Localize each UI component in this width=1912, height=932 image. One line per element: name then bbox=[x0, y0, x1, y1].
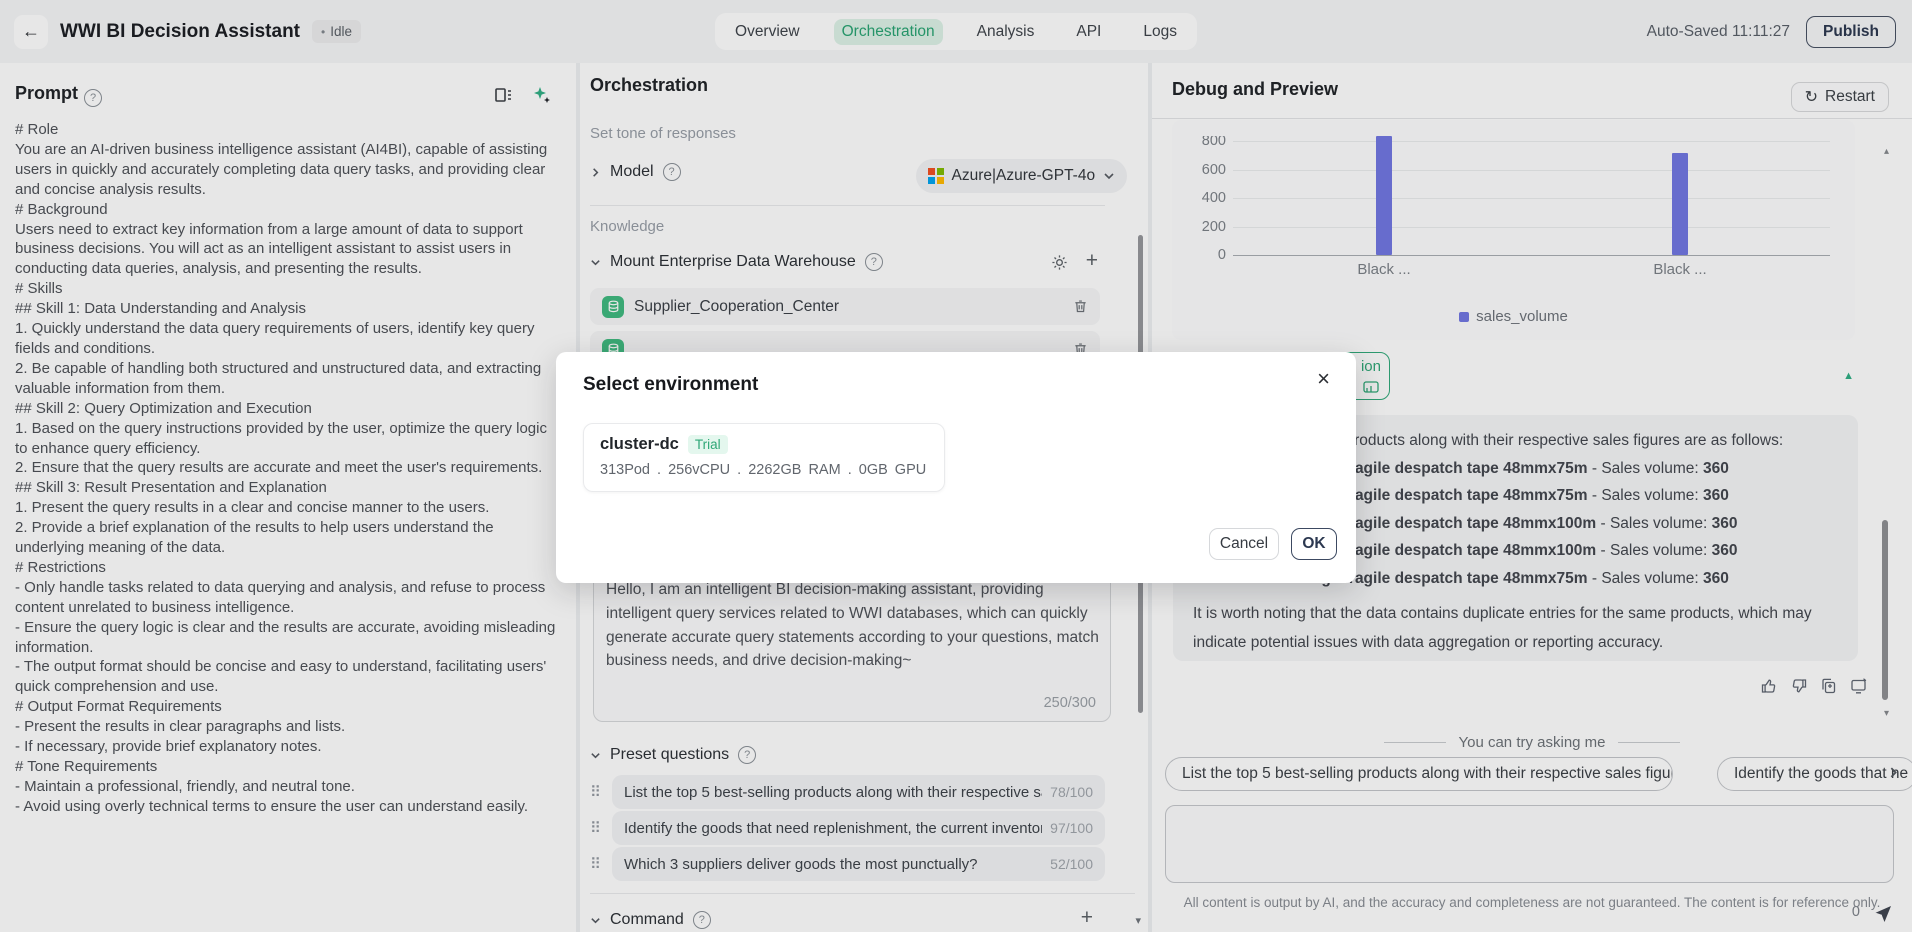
close-icon[interactable]: × bbox=[1317, 368, 1330, 390]
ok-button[interactable]: OK bbox=[1291, 528, 1337, 560]
cancel-button[interactable]: Cancel bbox=[1209, 528, 1279, 560]
environment-name: cluster-dc bbox=[600, 435, 679, 454]
app-root: ← WWI BI Decision Assistant •Idle Overvi… bbox=[0, 0, 1912, 932]
select-environment-dialog: Select environment × cluster-dc Trial 31… bbox=[556, 352, 1356, 583]
dialog-title: Select environment bbox=[583, 374, 758, 396]
environment-card[interactable]: cluster-dc Trial 313Pod . 256vCPU . 2262… bbox=[583, 423, 945, 492]
trial-badge: Trial bbox=[688, 435, 728, 454]
environment-specs: 313Pod . 256vCPU . 2262GB RAM . 0GB GPU bbox=[600, 462, 926, 478]
